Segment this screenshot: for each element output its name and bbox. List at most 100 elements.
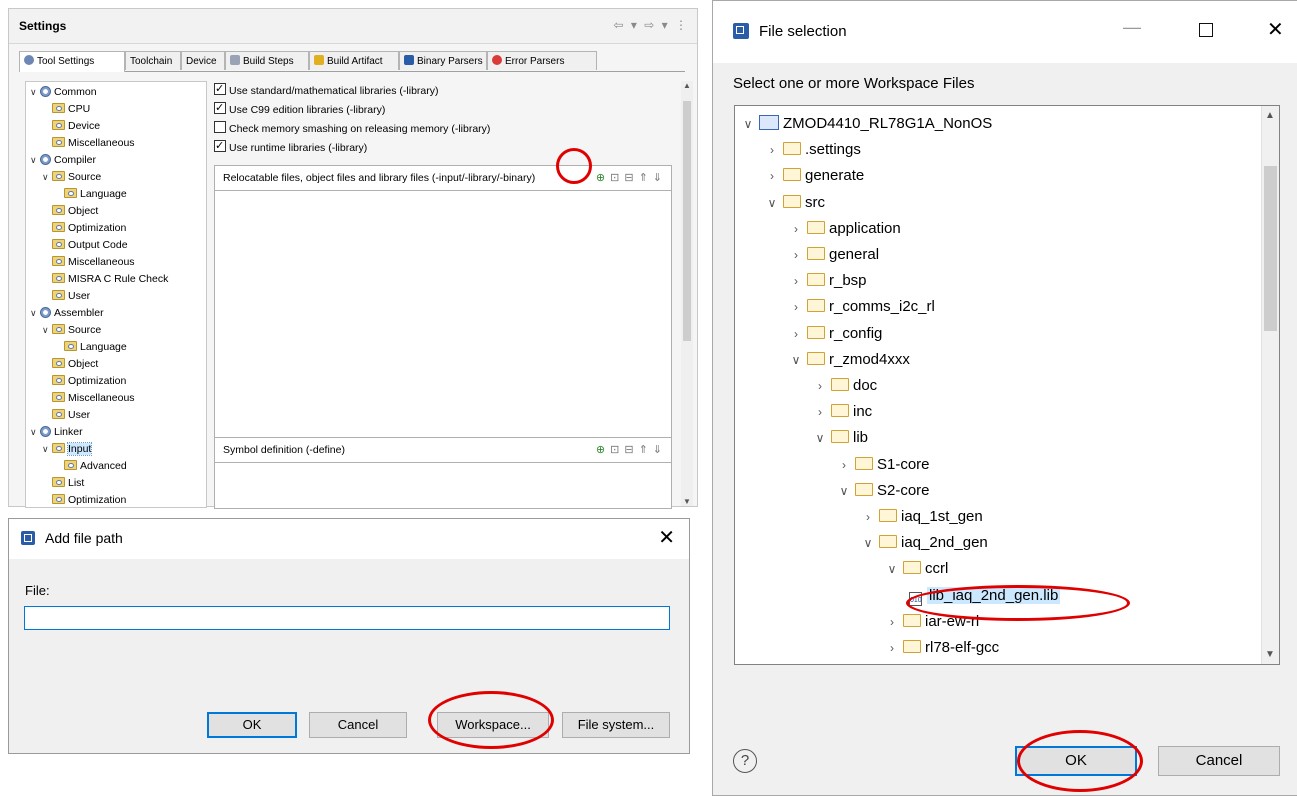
file-system-button[interactable]: File system... bbox=[562, 712, 670, 738]
workspace-file-tree[interactable]: ∨ ZMOD4410_RL78G1A_NonOS › .settings › genera… bbox=[734, 105, 1280, 665]
tree-item-iaq-1st-gen[interactable]: › iaq_1st_gen bbox=[861, 505, 983, 529]
chevron-right-icon[interactable]: › bbox=[813, 400, 827, 424]
tree-item-language[interactable]: Language bbox=[54, 186, 127, 202]
checkbox-unchecked-icon[interactable] bbox=[214, 121, 226, 133]
scroll-thumb[interactable] bbox=[1264, 166, 1277, 331]
scroll-thumb[interactable] bbox=[683, 101, 691, 341]
chevron-down-icon[interactable]: ∨ bbox=[789, 348, 803, 372]
chevron-right-icon[interactable]: › bbox=[837, 453, 851, 477]
tree-item-lib[interactable]: ∨ lib bbox=[813, 426, 868, 450]
delete-symbol-icon[interactable]: ⊡ bbox=[610, 444, 624, 456]
tree-item-inc[interactable]: › inc bbox=[813, 400, 872, 424]
checkbox-use-runtime-libraries-library[interactable]: Use runtime libraries (-library) bbox=[214, 138, 367, 156]
tree-item-object[interactable]: Object bbox=[42, 356, 98, 372]
cancel-button[interactable]: Cancel bbox=[1158, 746, 1280, 776]
move-down-icon[interactable]: ⇓ bbox=[653, 172, 667, 184]
tree-item-language[interactable]: Language bbox=[54, 339, 127, 355]
ok-button[interactable]: OK bbox=[207, 712, 297, 738]
add-symbol-icon[interactable]: ⊕ bbox=[596, 444, 610, 456]
tree-item-user[interactable]: User bbox=[42, 288, 90, 304]
chevron-right-icon[interactable]: › bbox=[885, 636, 899, 660]
chevron-down-icon[interactable]: ∨ bbox=[30, 152, 40, 168]
tree-item-user[interactable]: User bbox=[42, 407, 90, 423]
checkbox-use-c99-edition-libraries-library[interactable]: Use C99 edition libraries (-library) bbox=[214, 100, 385, 118]
chevron-down-icon[interactable]: ∨ bbox=[741, 112, 755, 136]
scroll-down-icon[interactable]: ▼ bbox=[683, 497, 691, 506]
edit-icon[interactable]: ⊟ bbox=[624, 172, 638, 184]
minimize-icon[interactable]: — bbox=[1123, 17, 1141, 38]
tree-item-output-code[interactable]: Output Code bbox=[42, 237, 128, 253]
tree-item-compiler[interactable]: ∨ Compiler bbox=[30, 152, 96, 168]
tree-item-assembler[interactable]: ∨ Assembler bbox=[30, 305, 104, 321]
tree-item-zmod4410-rl78g1a-nonos[interactable]: ∨ ZMOD4410_RL78G1A_NonOS bbox=[741, 112, 992, 136]
chevron-down-icon[interactable]: ∨ bbox=[30, 305, 40, 321]
chevron-right-icon[interactable]: › bbox=[789, 295, 803, 319]
ok-button[interactable]: OK bbox=[1015, 746, 1137, 776]
chevron-down-icon[interactable]: ∨ bbox=[885, 557, 899, 581]
chevron-down-icon[interactable]: ∨ bbox=[42, 169, 52, 185]
close-icon[interactable]: ✕ bbox=[658, 525, 675, 550]
tree-item-settings[interactable]: › .settings bbox=[765, 138, 861, 162]
tree-item-optimization[interactable]: Optimization bbox=[42, 373, 126, 389]
tree-item-source[interactable]: ∨ Source bbox=[42, 169, 101, 185]
chevron-right-icon[interactable]: › bbox=[789, 269, 803, 293]
checkbox-use-standard-mathematical-libraries-libr[interactable]: Use standard/mathematical libraries (-li… bbox=[214, 81, 438, 99]
tab-binary-parsers[interactable]: Binary Parsers bbox=[399, 51, 487, 70]
tree-item-rl78-elf-gcc[interactable]: › rl78-elf-gcc bbox=[885, 636, 999, 660]
workspace-button[interactable]: Workspace... bbox=[437, 712, 549, 738]
chevron-down-icon[interactable]: ∨ bbox=[813, 426, 827, 450]
tree-item-src[interactable]: ∨ src bbox=[765, 191, 825, 215]
checkbox-check-memory-smashing-on-releasing-memor[interactable]: Check memory smashing on releasing memor… bbox=[214, 121, 490, 137]
settings-scrollbar[interactable]: ▲ ▼ bbox=[681, 81, 693, 506]
file-path-input[interactable] bbox=[24, 606, 670, 630]
tree-item-miscellaneous[interactable]: Miscellaneous bbox=[42, 135, 135, 151]
tree-item-optimization[interactable]: Optimization bbox=[42, 220, 126, 236]
tree-item-application[interactable]: › application bbox=[789, 217, 901, 241]
move-symbol-down-icon[interactable]: ⇓ bbox=[653, 444, 667, 456]
tab-toolchain[interactable]: Toolchain bbox=[125, 51, 181, 70]
tree-item-ccrl[interactable]: ∨ ccrl bbox=[885, 557, 949, 581]
tree-item-generate[interactable]: › generate bbox=[765, 164, 864, 188]
tree-item-linker[interactable]: ∨ Linker bbox=[30, 424, 83, 440]
move-symbol-up-icon[interactable]: ⇑ bbox=[639, 444, 653, 456]
delete-icon[interactable]: ⊡ bbox=[610, 172, 624, 184]
chevron-right-icon[interactable]: › bbox=[861, 505, 875, 529]
tree-item-miscellaneous[interactable]: Miscellaneous bbox=[42, 390, 135, 406]
tree-item-misra-c-rule-check[interactable]: MISRA C Rule Check bbox=[42, 271, 168, 287]
nav-arrows-icon[interactable]: ⇦ ▾ ⇨ ▾ ⋮ bbox=[614, 18, 690, 32]
close-icon[interactable]: ✕ bbox=[1267, 17, 1284, 42]
tab-tool-settings[interactable]: Tool Settings bbox=[19, 51, 125, 72]
tree-item-cpu[interactable]: CPU bbox=[42, 101, 90, 117]
checkbox-checked-icon[interactable] bbox=[214, 138, 226, 154]
tab-build-artifact[interactable]: Build Artifact bbox=[309, 51, 399, 70]
cancel-button[interactable]: Cancel bbox=[309, 712, 407, 738]
tree-item-common[interactable]: ∨ Common bbox=[30, 84, 97, 100]
help-icon[interactable]: ? bbox=[733, 749, 757, 773]
tree-item-input[interactable]: ∨ Input bbox=[42, 441, 93, 457]
tab-error-parsers[interactable]: Error Parsers bbox=[487, 51, 597, 70]
move-up-icon[interactable]: ⇑ bbox=[639, 172, 653, 184]
tree-item-s2-core[interactable]: ∨ S2-core bbox=[837, 479, 930, 503]
chevron-right-icon[interactable]: › bbox=[813, 374, 827, 398]
chevron-down-icon[interactable]: ∨ bbox=[30, 84, 40, 100]
chevron-right-icon[interactable]: › bbox=[765, 138, 779, 162]
tab-device[interactable]: Device bbox=[181, 51, 225, 70]
chevron-right-icon[interactable]: › bbox=[789, 243, 803, 267]
checkbox-checked-icon[interactable] bbox=[214, 81, 226, 97]
checkbox-checked-icon[interactable] bbox=[214, 100, 226, 116]
scroll-up-icon[interactable]: ▲ bbox=[683, 81, 691, 90]
chevron-down-icon[interactable]: ∨ bbox=[765, 191, 779, 215]
tree-item-r-zmod4xxx[interactable]: ∨ r_zmod4xxx bbox=[789, 348, 910, 372]
maximize-icon[interactable] bbox=[1199, 23, 1213, 37]
chevron-down-icon[interactable]: ∨ bbox=[30, 424, 40, 440]
tree-item-r-comms-i2c-rl[interactable]: › r_comms_i2c_rl bbox=[789, 295, 935, 319]
tree-item-advanced[interactable]: Advanced bbox=[54, 458, 127, 474]
file-tree-scrollbar[interactable]: ▲ ▼ bbox=[1261, 106, 1279, 664]
tree-item-lib-iaq-2nd-gen-lib[interactable]: 010 lib_iaq_2nd_gen.lib bbox=[909, 584, 1061, 608]
tree-item-doc[interactable]: › doc bbox=[813, 374, 877, 398]
edit-symbol-icon[interactable]: ⊟ bbox=[624, 444, 638, 456]
tree-item-general[interactable]: › general bbox=[789, 243, 879, 267]
relocatable-files-list[interactable]: Relocatable files, object files and libr… bbox=[214, 165, 672, 461]
chevron-right-icon[interactable]: › bbox=[765, 164, 779, 188]
tree-item-s1-core[interactable]: › S1-core bbox=[837, 453, 930, 477]
